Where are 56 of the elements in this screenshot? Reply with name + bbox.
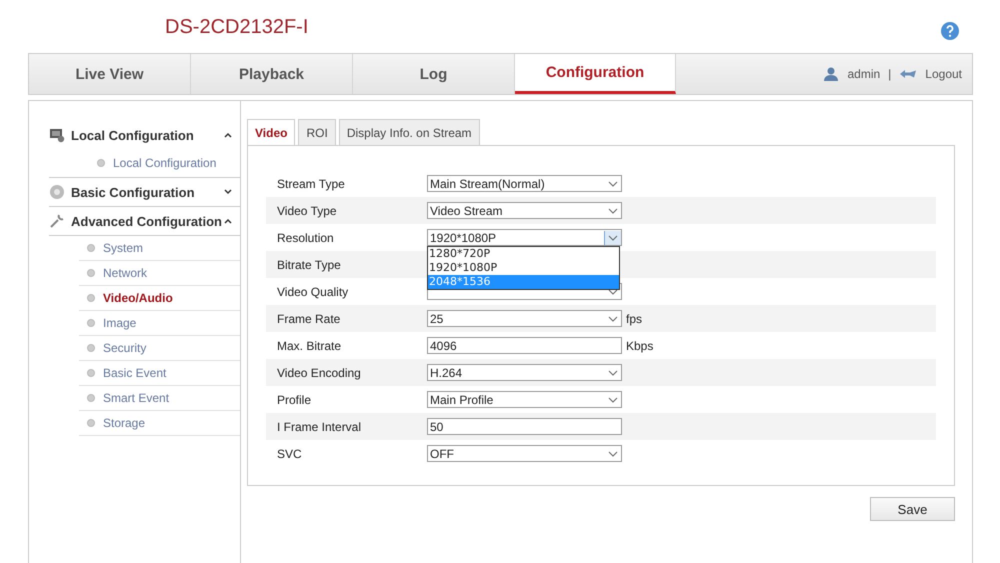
sidebar-item[interactable]: Smart Event — [79, 386, 240, 411]
unit-label: Kbps — [626, 338, 654, 352]
nav-tab[interactable]: Playback — [191, 54, 353, 94]
sub-tab[interactable]: ROI — [298, 119, 336, 145]
sidebar-item[interactable]: Security — [79, 336, 240, 361]
user-icon — [823, 66, 840, 82]
field-label: Video Type — [277, 204, 338, 218]
field-label: Resolution — [277, 230, 335, 244]
sidebar-group[interactable]: Advanced Configuration — [49, 207, 240, 236]
sidebar-item[interactable]: Local Configuration — [49, 149, 240, 178]
field-label: Profile — [277, 392, 312, 406]
gear-icon — [49, 184, 65, 200]
help-icon[interactable] — [940, 21, 960, 41]
field-label: Video Quality — [277, 284, 350, 298]
separator: | — [888, 67, 892, 81]
nav-tab[interactable]: Live View — [29, 54, 191, 94]
chevron-down-icon[interactable] — [224, 189, 232, 195]
sidebar-item[interactable]: Video/Audio — [79, 286, 240, 311]
sub-tab[interactable]: Display Info. on Stream — [338, 119, 480, 145]
dropdown-option[interactable]: 1280*720P — [428, 247, 619, 261]
sidebar-item[interactable]: Storage — [79, 411, 240, 436]
dropdown-field[interactable]: 1920*1080P — [427, 229, 622, 246]
dropdown-field[interactable]: Video Stream — [427, 202, 622, 219]
sub-tab[interactable]: Video — [247, 119, 296, 145]
field-label: Frame Rate — [277, 312, 342, 326]
field-label: Max. Bitrate — [277, 338, 342, 352]
device-title: DS-2CD2132F-I — [165, 16, 308, 39]
field-label: Stream Type — [277, 176, 346, 190]
dropdown-field[interactable]: Main Stream(Normal) — [427, 175, 622, 192]
chevron-up-icon[interactable] — [224, 132, 232, 138]
field-label: I Frame Interval — [277, 420, 362, 434]
field-label: Video Encoding — [277, 366, 362, 380]
monitor-icon — [49, 127, 65, 143]
dropdown-field[interactable]: H.264 — [427, 364, 622, 381]
dropdown-field[interactable]: OFF — [427, 445, 622, 462]
chevron-up-icon[interactable] — [224, 218, 232, 224]
sidebar-group[interactable]: Basic Configuration — [49, 178, 240, 207]
sidebar-item[interactable]: Network — [79, 261, 240, 286]
dropdown-field[interactable]: Main Profile — [427, 391, 622, 408]
logout-icon[interactable] — [899, 68, 918, 80]
dropdown-option[interactable]: 1920*1080P — [428, 261, 619, 275]
nav-tab[interactable]: Configuration — [515, 54, 676, 94]
username: admin — [847, 67, 880, 81]
input-field[interactable]: 4096 — [427, 337, 622, 354]
sidebar-item[interactable]: System — [79, 236, 240, 261]
field-label: SVC — [277, 446, 303, 460]
sidebar-item[interactable]: Image — [79, 311, 240, 336]
sidebar-group[interactable]: Local Configuration — [49, 121, 240, 149]
field-label: Bitrate Type — [277, 258, 342, 272]
dropdown-field[interactable]: 25 — [427, 310, 622, 327]
wrench-icon — [49, 213, 65, 229]
logout-link[interactable]: Logout — [925, 67, 962, 81]
unit-label: fps — [626, 312, 642, 326]
sidebar-item[interactable]: Basic Event — [79, 361, 240, 386]
save-button[interactable]: Save — [870, 497, 955, 521]
input-field[interactable]: 50 — [427, 418, 622, 435]
